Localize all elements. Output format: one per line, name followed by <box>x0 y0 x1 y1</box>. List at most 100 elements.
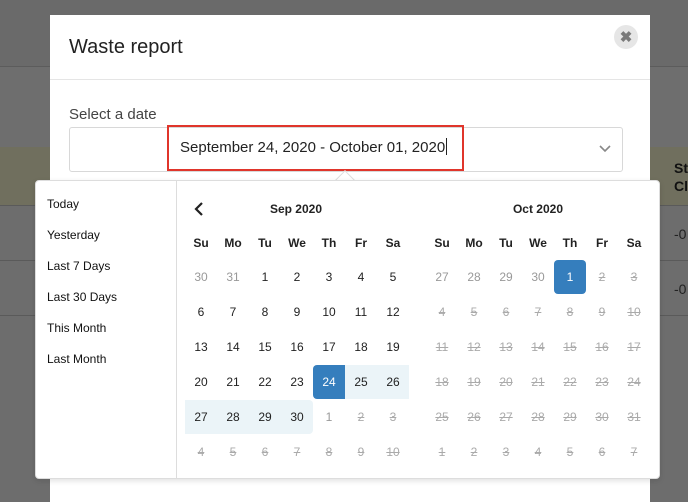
range-yesterday[interactable]: Yesterday <box>47 228 100 242</box>
calendar-day[interactable]: 15 <box>249 330 281 364</box>
weekday-header: Th <box>562 236 578 250</box>
calendar-day: 29 <box>563 410 577 424</box>
calendar-day[interactable]: 5 <box>377 260 409 294</box>
calendar-day: 8 <box>325 445 333 459</box>
calendar-day: 17 <box>627 340 641 354</box>
calendar-day[interactable]: 6 <box>185 295 217 329</box>
calendar-day[interactable]: 30 <box>522 260 554 294</box>
calendar-day[interactable]: 27 <box>185 400 217 434</box>
calendar-day: 30 <box>595 410 609 424</box>
calendar-day: 4 <box>438 305 446 319</box>
weekday-header: Fr <box>596 236 608 250</box>
calendar-day: 22 <box>563 375 577 389</box>
calendar-day: 2 <box>470 445 478 459</box>
ranges-panel: Today Yesterday Last 7 Days Last 30 Days… <box>36 181 177 478</box>
calendar-day: 26 <box>467 410 481 424</box>
calendar-day[interactable]: 7 <box>217 295 249 329</box>
calendar-day: 16 <box>595 340 609 354</box>
calendar-day[interactable]: 17 <box>313 330 345 364</box>
background-header-cell: St <box>674 160 688 176</box>
calendar-day: 13 <box>499 340 513 354</box>
calendar-day: 31 <box>627 410 641 424</box>
calendar-day: 6 <box>502 305 510 319</box>
range-today[interactable]: Today <box>47 197 79 211</box>
weekday-header: Tu <box>499 236 513 250</box>
calendar-day: 1 <box>438 445 446 459</box>
calendar-day: 11 <box>435 340 449 354</box>
calendar-day: 4 <box>197 445 205 459</box>
weekday-header: Su <box>193 236 209 250</box>
calendar-day[interactable]: 13 <box>185 330 217 364</box>
calendar-day[interactable]: 4 <box>345 260 377 294</box>
calendar-day: 9 <box>598 305 606 319</box>
calendar-day[interactable]: 16 <box>281 330 313 364</box>
calendar-day[interactable]: 28 <box>458 260 490 294</box>
weekday-header: Th <box>321 236 337 250</box>
calendar-left-title: Sep 2020 <box>269 202 323 216</box>
calendar-day: 28 <box>531 410 545 424</box>
calendar-day[interactable]: 27 <box>426 260 458 294</box>
calendar-day[interactable]: 3 <box>313 260 345 294</box>
range-last-30-days[interactable]: Last 30 Days <box>47 290 117 304</box>
range-last-month[interactable]: Last Month <box>47 352 106 366</box>
weekday-header: Fr <box>355 236 367 250</box>
modal-header: Waste report ✖ <box>50 15 650 80</box>
calendar-day: 2 <box>598 270 606 284</box>
calendar-day[interactable]: 26 <box>377 365 409 399</box>
calendar-day[interactable]: 22 <box>249 365 281 399</box>
calendar-day: 23 <box>595 375 609 389</box>
calendar-day: 3 <box>502 445 510 459</box>
calendar-day: 7 <box>293 445 301 459</box>
text-cursor <box>446 138 448 155</box>
close-button[interactable]: ✖ <box>614 25 638 49</box>
weekday-header: Mo <box>224 236 242 250</box>
calendar-day: 5 <box>470 305 478 319</box>
calendar-day: 15 <box>563 340 577 354</box>
calendar-day: 19 <box>467 375 481 389</box>
calendar-day[interactable]: 23 <box>281 365 313 399</box>
date-range-input[interactable]: September 24, 2020 - October 01, 2020 <box>167 125 464 171</box>
calendar-day: 20 <box>499 375 513 389</box>
weekday-header: Tu <box>258 236 272 250</box>
calendar-day: 10 <box>627 305 641 319</box>
calendar-day[interactable]: 1 <box>249 260 281 294</box>
calendar-day[interactable]: 30 <box>281 400 313 434</box>
calendar-day[interactable]: 21 <box>217 365 249 399</box>
weekday-header: We <box>288 236 306 250</box>
calendar-day[interactable]: 24 <box>313 365 345 399</box>
calendar-day[interactable]: 1 <box>313 400 345 434</box>
calendar-day[interactable]: 20 <box>185 365 217 399</box>
background-header-cell: Cl <box>674 178 688 194</box>
calendar-day[interactable]: 29 <box>490 260 522 294</box>
range-this-month[interactable]: This Month <box>47 321 106 335</box>
range-last-7-days[interactable]: Last 7 Days <box>47 259 110 273</box>
modal-title: Waste report <box>69 36 183 58</box>
chevron-left-icon[interactable] <box>192 201 208 217</box>
calendar-day[interactable]: 9 <box>281 295 313 329</box>
calendar-day: 4 <box>534 445 542 459</box>
calendar-day[interactable]: 8 <box>249 295 281 329</box>
calendar-day[interactable]: 12 <box>377 295 409 329</box>
calendar-day[interactable]: 1 <box>554 260 586 294</box>
calendar-day[interactable]: 10 <box>313 295 345 329</box>
calendar-day: 7 <box>630 445 638 459</box>
calendar-day[interactable]: 18 <box>345 330 377 364</box>
weekday-header: Su <box>434 236 450 250</box>
daterange-picker: Today Yesterday Last 7 Days Last 30 Days… <box>35 180 660 479</box>
calendar-day[interactable]: 19 <box>377 330 409 364</box>
background-row-value: -0 <box>674 226 687 242</box>
calendar-day[interactable]: 28 <box>217 400 249 434</box>
calendar-day[interactable]: 29 <box>249 400 281 434</box>
calendar-day[interactable]: 14 <box>217 330 249 364</box>
calendar-day: 3 <box>389 410 397 424</box>
calendar-day: 8 <box>566 305 574 319</box>
calendar-day[interactable]: 2 <box>281 260 313 294</box>
calendar-day: 14 <box>531 340 545 354</box>
weekday-header: Sa <box>626 236 642 250</box>
calendar-day[interactable]: 30 <box>185 260 217 294</box>
calendar-right-title: Oct 2020 <box>512 202 564 216</box>
calendar-day[interactable]: 11 <box>345 295 377 329</box>
date-range-value: September 24, 2020 - October 01, 2020 <box>180 139 446 156</box>
calendar-day[interactable]: 25 <box>345 365 377 399</box>
calendar-day[interactable]: 31 <box>217 260 249 294</box>
